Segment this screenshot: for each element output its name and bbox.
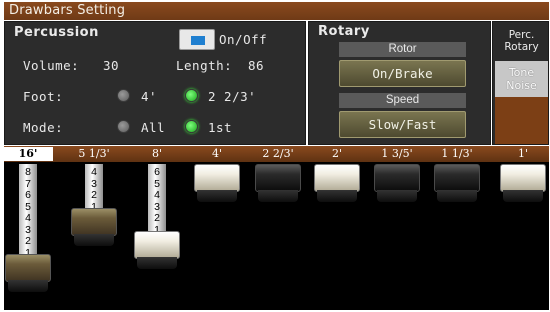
percussion-panel: Percussion On/Off Volume: 30 Length: 86 … <box>4 21 306 145</box>
speed-slow-fast-button[interactable]: Slow/Fast <box>339 111 466 138</box>
drawbar-handle-cap <box>71 208 117 236</box>
drawbar-footage-label[interactable]: 4' <box>187 147 247 160</box>
drawbar-footage-label[interactable]: 8' <box>127 147 187 160</box>
mode-1st-label: 1st <box>208 120 233 135</box>
perc-rotary-panel: Perc. Rotary Tone Noise <box>492 21 549 145</box>
perc-rotary-title-line1: Perc. <box>508 29 535 41</box>
drawbar-handle-base <box>197 190 237 202</box>
drawbar-handle-cap <box>434 164 480 192</box>
drawbar-footage-label[interactable]: 1 1/3' <box>427 147 487 160</box>
percussion-onoff-label: On/Off <box>219 32 268 47</box>
drawbar-handle-base <box>503 190 543 202</box>
drawbar-footage-label[interactable]: 16' <box>3 147 53 161</box>
drawbar-scale-number: 6 <box>154 166 160 178</box>
rotary-title: Rotary <box>318 24 370 39</box>
foot-4-label: 4' <box>141 89 158 104</box>
rotary-panel: Rotary Rotor On/Brake Speed Slow/Fast <box>308 21 491 145</box>
mode-label: Mode: <box>23 120 64 135</box>
drawbar-footage-header: 16' 5 1/3' 8' 4' 2 2/3' 2' 1 3/5' 1 1/3' 1' <box>3 146 550 162</box>
drawbar-footage-label[interactable]: 2 2/3' <box>248 147 308 160</box>
drawbar-scale-number: 4 <box>25 212 31 224</box>
foot-2-2-3-radio[interactable] <box>185 89 198 102</box>
tone-noise-line2: Noise <box>506 79 537 92</box>
drawbar-scale: 654321 <box>148 166 166 236</box>
rotor-on-brake-button[interactable]: On/Brake <box>339 60 466 87</box>
drawbar-handle-base <box>74 234 114 246</box>
checkbox-checked-indicator <box>191 36 205 45</box>
rotor-header: Rotor <box>339 42 466 57</box>
drawbar-handle[interactable] <box>255 164 301 202</box>
drawbar-area: 16' 5 1/3' 8' 4' 2 2/3' 2' 1 3/5' 1 1/3' 1' 8765… <box>3 146 550 310</box>
drawbar-handle[interactable] <box>134 231 180 269</box>
drawbar-handle-base <box>437 190 477 202</box>
drawbar-handle-cap <box>5 254 51 282</box>
drawbar-scale-number: 4 <box>91 166 97 178</box>
drawbar-scale-number: 4 <box>154 189 160 201</box>
drawbar-scale-number: 2 <box>91 189 97 201</box>
mode-1st-radio[interactable] <box>185 120 198 133</box>
mode-all-label: All <box>141 120 166 135</box>
drawbar-handle-cap <box>194 164 240 192</box>
percussion-onoff-checkbox[interactable] <box>179 29 215 50</box>
perc-rotary-title-line2: Rotary <box>504 41 539 53</box>
drawbar-handle[interactable] <box>500 164 546 202</box>
drawbar-scale-number: 8 <box>25 166 31 178</box>
drawbar-handle-base <box>8 280 48 292</box>
drawbar-footage-label[interactable]: 2' <box>307 147 367 160</box>
drawbar-handle-cap <box>374 164 420 192</box>
drawbar-handle-base <box>317 190 357 202</box>
tone-noise-button[interactable]: Tone Noise <box>495 61 548 97</box>
drawbar-scale-number: 6 <box>25 189 31 201</box>
length-label: Length: <box>176 58 233 73</box>
drawbar-footage-label[interactable]: 5 1/3' <box>64 147 124 160</box>
drawbar-handle[interactable] <box>71 208 117 246</box>
drawbar-scale-number: 2 <box>154 212 160 224</box>
percussion-title: Percussion <box>14 25 99 40</box>
tone-noise-area: Tone Noise <box>495 61 548 144</box>
drawbar-handle-base <box>258 190 298 202</box>
drawbar-handle-base <box>137 257 177 269</box>
drawbar-handle[interactable] <box>434 164 480 202</box>
mode-all-radio[interactable] <box>117 120 130 133</box>
drawbar-handle-cap <box>255 164 301 192</box>
tone-noise-line1: Tone <box>508 66 535 79</box>
volume-label: Volume: <box>23 58 80 73</box>
drawbar-scale-number: 2 <box>25 235 31 247</box>
drawbar-rod: 654321 <box>148 164 166 237</box>
drawbar-handle[interactable] <box>314 164 360 202</box>
volume-value[interactable]: 30 <box>103 58 119 73</box>
drawbar-footage-label[interactable]: 1 3/5' <box>367 147 427 160</box>
drawbar-handle[interactable] <box>194 164 240 202</box>
perc-rotary-title: Perc. Rotary <box>493 29 550 53</box>
drawbar-footage-label[interactable]: 1' <box>493 147 550 160</box>
drawbar-scale: 87654321 <box>19 166 37 259</box>
drawbar-handle-cap <box>314 164 360 192</box>
drawbar-handle-base <box>377 190 417 202</box>
drawbar-handle[interactable] <box>374 164 420 202</box>
foot-2-2-3-label: 2 2/3' <box>208 89 257 104</box>
speed-header: Speed <box>339 93 466 108</box>
drawbar-rod: 4321 <box>85 164 103 214</box>
length-value[interactable]: 86 <box>248 58 264 73</box>
drawbar-scale: 4321 <box>85 166 103 213</box>
drawbar-rod: 87654321 <box>19 164 37 260</box>
drawbar-handle-cap <box>500 164 546 192</box>
drawbar-handle[interactable] <box>5 254 51 292</box>
foot-label: Foot: <box>23 89 64 104</box>
foot-4-radio[interactable] <box>117 89 130 102</box>
window-title: Drawbars Setting <box>4 2 549 20</box>
drawbar-handle-cap <box>134 231 180 259</box>
